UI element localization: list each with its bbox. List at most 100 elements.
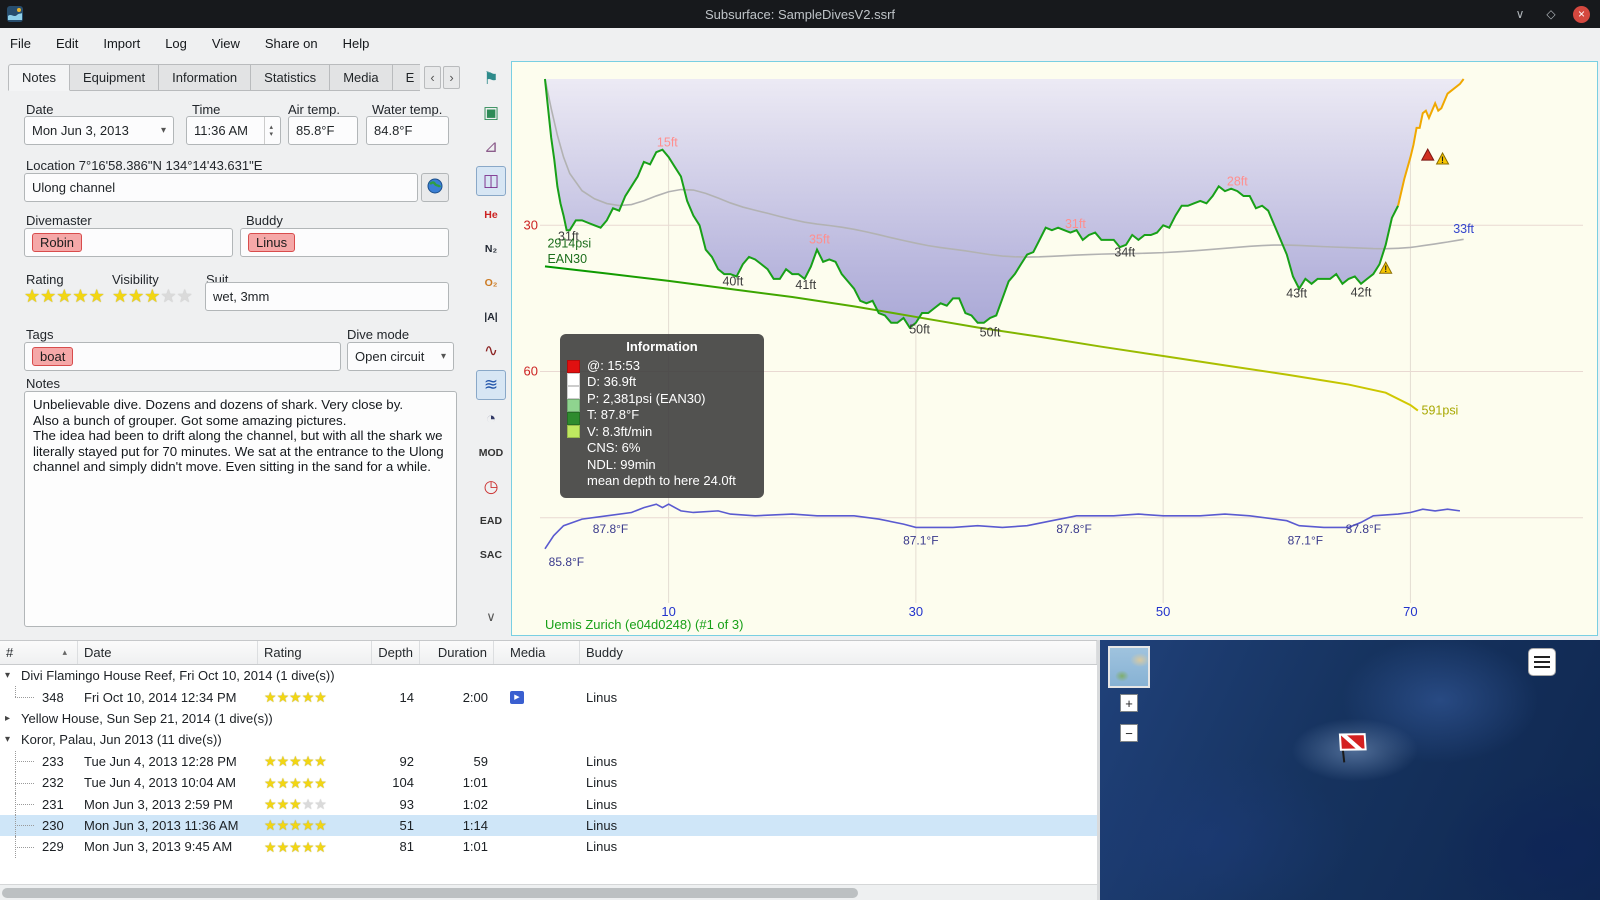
map-menu-button[interactable] bbox=[1528, 648, 1556, 676]
dive-row[interactable]: 348 Fri Oct 10, 2014 12:34 PM ★ ★ ★ ★ ★ 14 2:00 ▶… bbox=[0, 686, 1097, 707]
divemaster-tag[interactable]: Robin bbox=[32, 233, 82, 252]
tab-scroll-right-button[interactable]: › bbox=[443, 66, 460, 89]
oxygen-graph-icon[interactable]: O₂ bbox=[476, 268, 506, 298]
horizontal-scrollbar[interactable] bbox=[0, 884, 1097, 900]
dive-row[interactable]: 231 Mon Jun 3, 2013 2:59 PM ★ ★ ★ ★ ★ 93 1:02 Lin… bbox=[0, 793, 1097, 815]
star-icon[interactable]: ★ bbox=[40, 287, 56, 305]
toolbar-scroll-down-button[interactable]: ∨ bbox=[476, 602, 506, 632]
tab-equipment[interactable]: Equipment bbox=[69, 64, 160, 91]
close-button[interactable]: × bbox=[1573, 5, 1590, 23]
ndl-clock-icon[interactable]: ◷ bbox=[476, 472, 506, 502]
column-header-depth[interactable]: Depth bbox=[372, 641, 420, 664]
menu-item-edit[interactable]: Edit bbox=[56, 36, 78, 51]
dive-row[interactable]: 230 Mon Jun 3, 2013 11:36 AM ★ ★ ★ ★ ★ 51 1:14 Li… bbox=[0, 814, 1097, 837]
tab-media[interactable]: Media bbox=[330, 64, 393, 91]
svg-text:EAN30: EAN30 bbox=[547, 252, 587, 266]
ead-icon[interactable]: EAD bbox=[476, 506, 506, 536]
tag-boat[interactable]: boat bbox=[32, 347, 74, 366]
notes-textarea[interactable]: Unbelievable dive. Dozens and dozens of … bbox=[24, 391, 457, 627]
buddy-input[interactable]: Linus bbox=[240, 228, 449, 257]
collapse-arrow-icon[interactable]: ▾ bbox=[5, 734, 18, 745]
divemaster-input[interactable]: Robin bbox=[24, 228, 233, 257]
tree-branch bbox=[8, 836, 42, 858]
menu-item-view[interactable]: View bbox=[212, 36, 240, 51]
tissues-icon[interactable]: ≋ bbox=[476, 370, 506, 400]
trip-row[interactable]: ▸ Yellow House, Sun Sep 21, 2014 (1 dive(… bbox=[0, 708, 1097, 729]
visibility-stars[interactable]: ★ ★ ★ ★ ★ bbox=[112, 287, 193, 305]
dive-flag-marker[interactable] bbox=[1328, 724, 1374, 766]
tab-information[interactable]: Information bbox=[159, 64, 252, 91]
maximize-button[interactable]: ◇ bbox=[1542, 5, 1560, 23]
rating-stars[interactable]: ★ ★ ★ ★ ★ bbox=[24, 287, 105, 305]
date-select[interactable]: Mon Jun 3, 2013 ▾ bbox=[24, 116, 174, 145]
star-icon[interactable]: ★ bbox=[144, 287, 160, 305]
media-icon[interactable]: ▶ bbox=[510, 690, 524, 704]
photos-icon[interactable]: ▣ bbox=[476, 98, 506, 128]
svg-text:2914psi: 2914psi bbox=[547, 237, 591, 251]
minimize-button[interactable]: ∨ bbox=[1511, 5, 1529, 23]
star-icon[interactable]: ★ bbox=[160, 287, 176, 305]
air-temp-input[interactable]: 85.8°F bbox=[288, 116, 358, 145]
dive-row[interactable]: 232 Tue Jun 4, 2013 10:04 AM ★ ★ ★ ★ ★ 104 1:01 L… bbox=[0, 771, 1097, 794]
menu-item-file[interactable]: File bbox=[10, 36, 31, 51]
dive-duration: 1:02 bbox=[462, 796, 488, 812]
expand-arrow-icon[interactable]: ▸ bbox=[5, 713, 18, 724]
zoom-out-button[interactable]: − bbox=[1120, 724, 1138, 742]
menu-item-share-on[interactable]: Share on bbox=[265, 36, 318, 51]
trip-row[interactable]: ▾ Koror, Palau, Jun 2013 (11 dive(s)) bbox=[0, 729, 1097, 750]
tab-notes[interactable]: Notes bbox=[8, 64, 70, 91]
star-icon[interactable]: ★ bbox=[24, 287, 40, 305]
star-icon: ★ bbox=[314, 774, 327, 791]
star-icon[interactable]: ★ bbox=[128, 287, 144, 305]
column-header-media[interactable]: Media bbox=[494, 641, 580, 664]
dive-mode-select[interactable]: Open circuit ▾ bbox=[347, 342, 454, 371]
zoom-in-button[interactable]: + bbox=[1120, 694, 1138, 712]
dive-row[interactable]: 233 Tue Jun 4, 2013 12:28 PM ★ ★ ★ ★ ★ 92 59 Linu… bbox=[0, 750, 1097, 772]
time-spinner[interactable]: ▴ ▾ bbox=[264, 117, 273, 144]
menu-item-log[interactable]: Log bbox=[165, 36, 187, 51]
ruler-icon[interactable]: ⊿ bbox=[476, 132, 506, 162]
dive-mode-icon[interactable]: ⚑ bbox=[476, 64, 506, 94]
star-icon[interactable]: ★ bbox=[112, 287, 128, 305]
ink-icon[interactable]: ◔ bbox=[476, 404, 506, 434]
star-icon: ★ bbox=[276, 796, 290, 813]
dive-row[interactable]: 229 Mon Jun 3, 2013 9:45 AM ★ ★ ★ ★ ★ 81 1:01 Lin… bbox=[0, 836, 1097, 858]
column-header-date[interactable]: Date bbox=[78, 641, 258, 664]
picture-heatmap-icon[interactable]: ◫ bbox=[476, 166, 506, 196]
menu-item-help[interactable]: Help bbox=[343, 36, 370, 51]
suit-input[interactable]: wet, 3mm bbox=[205, 282, 449, 311]
buddy-tag[interactable]: Linus bbox=[248, 233, 296, 252]
star-icon[interactable]: ★ bbox=[89, 287, 105, 305]
star-icon[interactable]: ★ bbox=[72, 287, 88, 305]
tags-input[interactable]: boat bbox=[24, 342, 341, 371]
trip-row[interactable]: ▾ Divi Flamingo House Reef, Fri Oct 10, 2… bbox=[0, 665, 1097, 686]
time-input[interactable]: 11:36 AM ▴ ▾ bbox=[186, 116, 281, 145]
water-temp-input[interactable]: 84.8°F bbox=[366, 116, 449, 145]
star-icon[interactable]: ★ bbox=[177, 287, 193, 305]
mod-icon[interactable]: MOD bbox=[476, 438, 506, 468]
helium-graph-icon[interactable]: He bbox=[476, 200, 506, 230]
tab-statistics[interactable]: Statistics bbox=[251, 64, 331, 91]
ceiling-icon[interactable]: |A| bbox=[476, 302, 506, 332]
scrollbar-thumb[interactable] bbox=[2, 888, 858, 898]
menu-item-import[interactable]: Import bbox=[103, 36, 140, 51]
map-location-button[interactable] bbox=[421, 173, 449, 202]
tags-label: Tags bbox=[26, 327, 54, 342]
spin-up-icon[interactable]: ▴ bbox=[269, 124, 273, 131]
collapse-arrow-icon[interactable]: ▾ bbox=[5, 670, 18, 681]
star-icon[interactable]: ★ bbox=[56, 287, 72, 305]
column-header-duration[interactable]: Duration bbox=[420, 641, 494, 664]
sac-icon[interactable]: SAC bbox=[476, 540, 506, 570]
tab-scroll-left-button[interactable]: ‹ bbox=[424, 66, 441, 89]
column-header-rating[interactable]: Rating bbox=[258, 641, 372, 664]
tab-e[interactable]: E bbox=[392, 64, 420, 91]
column-header-num[interactable]: # ▴ bbox=[0, 641, 78, 664]
spin-down-icon[interactable]: ▾ bbox=[269, 131, 273, 138]
map-overview-inset[interactable] bbox=[1108, 646, 1150, 688]
map[interactable]: + − bbox=[1100, 640, 1600, 900]
heartrate-icon[interactable]: ∿ bbox=[476, 336, 506, 366]
dive-profile[interactable]: 31ft 15ft 40ft 41ft 35ft 50ft 50ft 31ft 34ft 28ft… bbox=[511, 61, 1598, 636]
location-input[interactable]: Ulong channel bbox=[24, 173, 418, 202]
nitrogen-graph-icon[interactable]: N₂ bbox=[476, 234, 506, 264]
column-header-buddy[interactable]: Buddy bbox=[580, 641, 1097, 664]
